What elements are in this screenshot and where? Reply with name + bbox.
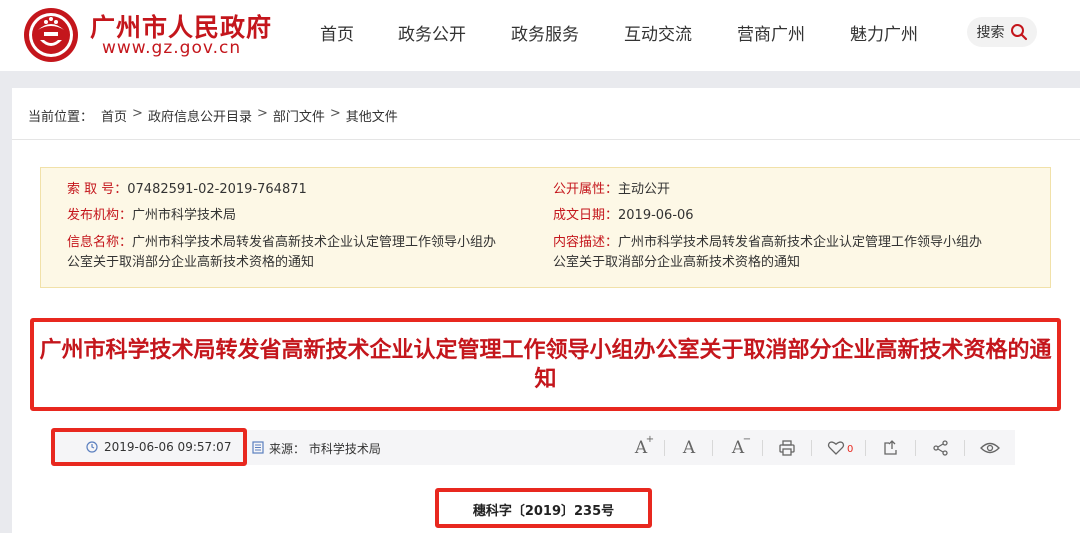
eye-icon[interactable] bbox=[979, 437, 1001, 459]
breadcrumb-other-files[interactable]: 其他文件 bbox=[346, 106, 398, 125]
info-name-value: 广州市科学技术局转发省高新技术企业认定管理工作领导小组办公室关于取消部分企业高新… bbox=[67, 235, 497, 270]
toolbar-divider bbox=[865, 440, 866, 456]
document-icon bbox=[252, 441, 264, 454]
breadcrumb: 当前位置： 首页 > 政府信息公开目录 > 部门文件 > 其他文件 bbox=[28, 106, 398, 125]
article-panel bbox=[12, 88, 1080, 533]
breadcrumb-info-catalog[interactable]: 政府信息公开目录 bbox=[148, 106, 252, 125]
info-description-value: 广州市科学技术局转发省高新技术企业认定管理工作领导小组办公室关于取消部分企业高新… bbox=[553, 235, 983, 270]
info-publisher-value: 广州市科学技术局 bbox=[132, 208, 237, 223]
doc-number: 穗科字〔2019〕235号 bbox=[472, 504, 615, 519]
info-description: 内容描述：广州市科学技术局转发省高新技术企业认定管理工作领导小组办公室关于取消部… bbox=[553, 233, 993, 273]
info-publisher-key: 发布机构： bbox=[67, 208, 133, 223]
breadcrumb-home[interactable]: 首页 bbox=[101, 106, 127, 125]
breadcrumb-divider bbox=[12, 139, 1080, 140]
article-source: 来源： 市科学技术局 bbox=[269, 442, 381, 456]
brand-url[interactable]: www.gz.gov.cn bbox=[102, 38, 241, 58]
info-date: 成文日期：2019-06-06 bbox=[553, 206, 694, 226]
site-header: 广州市人民政府 www.gz.gov.cn 首页 政务公开 政务服务 互动交流 … bbox=[0, 0, 1080, 71]
toolbar-divider bbox=[712, 440, 713, 456]
font-increase-icon[interactable]: A + bbox=[630, 434, 654, 459]
toolbar-divider bbox=[811, 440, 812, 456]
search-button[interactable]: 搜索 bbox=[967, 17, 1037, 47]
info-date-key: 成文日期： bbox=[553, 208, 619, 223]
share-icon[interactable] bbox=[930, 437, 952, 459]
info-public-attr-value: 主动公开 bbox=[618, 182, 671, 197]
info-index-no-key: 索 取 号： bbox=[67, 182, 128, 197]
share-external-icon[interactable] bbox=[880, 437, 902, 459]
info-public-attr: 公开属性：主动公开 bbox=[553, 180, 670, 200]
article-title: 广州市科学技术局转发省高新技术企业认定管理工作领导小组办公室关于取消部分企业高新… bbox=[39, 338, 1052, 392]
info-name: 信息名称：广州市科学技术局转发省高新技术企业认定管理工作领导小组办公室关于取消部… bbox=[67, 233, 507, 273]
nav-gov-affairs[interactable]: 政务公开 bbox=[398, 20, 466, 45]
info-date-value: 2019-06-06 bbox=[618, 208, 694, 223]
font-decrease-icon[interactable]: A − bbox=[727, 434, 751, 459]
nav-charm[interactable]: 魅力广州 bbox=[850, 20, 918, 45]
breadcrumb-separator: > bbox=[132, 106, 143, 121]
breadcrumb-separator: > bbox=[329, 106, 341, 121]
clock-icon bbox=[86, 441, 98, 453]
heart-icon[interactable] bbox=[825, 437, 847, 459]
toolbar-divider bbox=[915, 440, 916, 456]
print-icon[interactable] bbox=[776, 437, 798, 459]
nav-gov-services[interactable]: 政务服务 bbox=[511, 20, 579, 45]
info-description-key: 内容描述： bbox=[553, 235, 619, 250]
breadcrumb-dept-files[interactable]: 部门文件 bbox=[273, 106, 325, 125]
breadcrumb-prefix: 当前位置： bbox=[28, 110, 94, 125]
search-icon bbox=[1010, 24, 1027, 41]
search-label: 搜索 bbox=[976, 25, 1005, 41]
toolbar-divider bbox=[964, 440, 965, 456]
nav-interaction[interactable]: 互动交流 bbox=[624, 20, 692, 45]
like-count: 0 bbox=[847, 444, 854, 455]
toolbar-divider bbox=[762, 440, 763, 456]
font-normal-icon[interactable]: A bbox=[678, 437, 700, 459]
publish-time: 2019-06-06 09:57:07 bbox=[104, 440, 232, 454]
nav-home[interactable]: 首页 bbox=[320, 20, 354, 45]
info-publisher: 发布机构：广州市科学技术局 bbox=[67, 206, 236, 226]
info-public-attr-key: 公开属性： bbox=[553, 182, 619, 197]
info-name-key: 信息名称： bbox=[67, 235, 133, 250]
toolbar-divider bbox=[664, 440, 665, 456]
info-index-no: 索 取 号：07482591-02-2019-764871 bbox=[67, 180, 307, 200]
nav-business[interactable]: 营商广州 bbox=[737, 20, 805, 45]
info-index-no-value: 07482591-02-2019-764871 bbox=[127, 182, 307, 197]
breadcrumb-separator: > bbox=[256, 106, 268, 121]
logo-emblem-icon[interactable] bbox=[22, 6, 80, 64]
